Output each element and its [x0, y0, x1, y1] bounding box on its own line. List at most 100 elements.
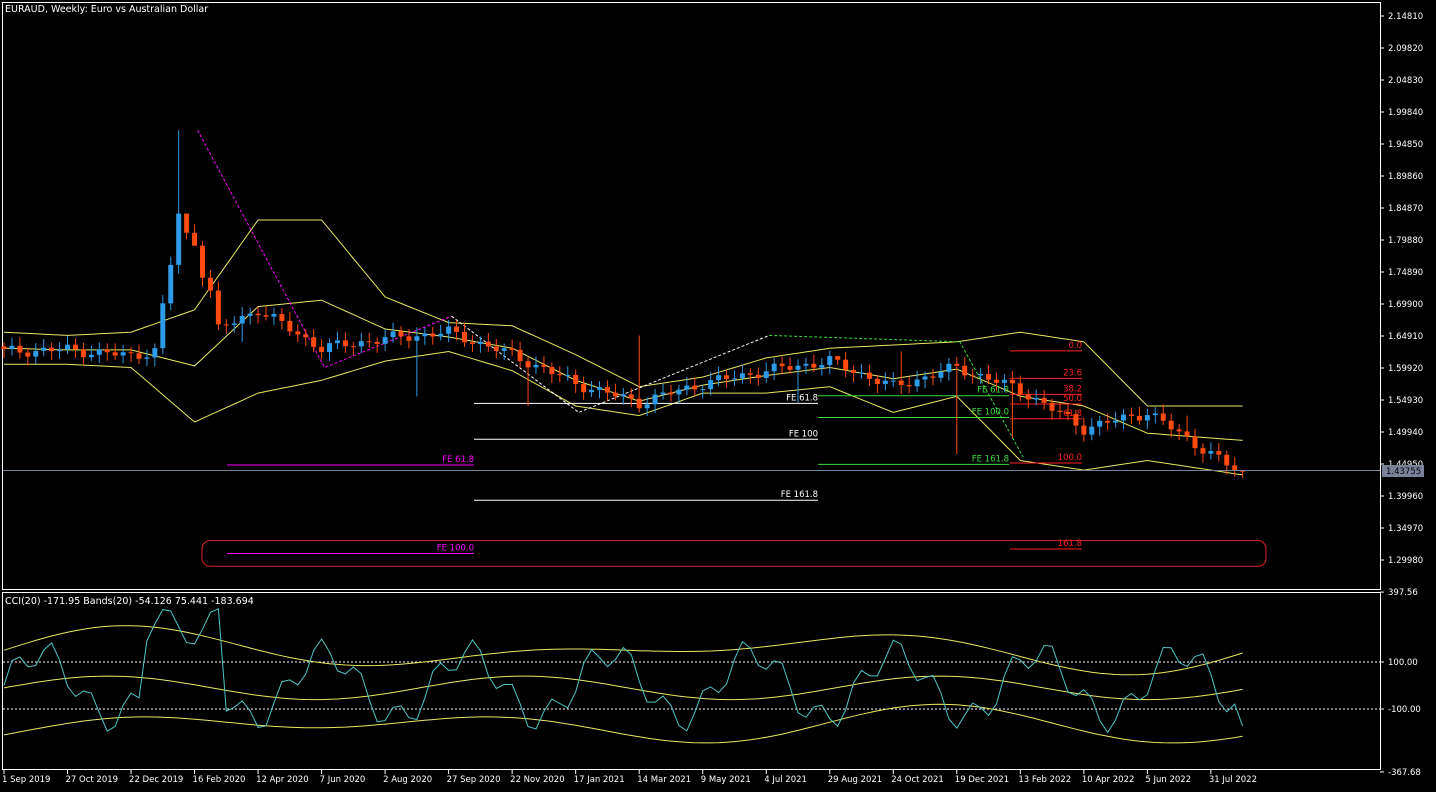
candle-bull: [144, 357, 150, 359]
candle-bull: [914, 379, 920, 387]
candle-bear: [207, 277, 213, 291]
fib-red-0-0-label: 0.0: [1068, 341, 1082, 351]
candle-bear: [1128, 414, 1134, 416]
candle-bear: [1136, 415, 1142, 421]
candle-bear: [350, 346, 356, 348]
date-label: 22 Dec 2019: [129, 775, 183, 785]
candle-bull: [565, 374, 571, 376]
price-tick-label: 2.09820: [1388, 44, 1423, 54]
price-tick-label: 1.69900: [1388, 300, 1423, 310]
candle-bear: [184, 213, 190, 233]
fib-red-23-6-label: 23.6: [1063, 368, 1082, 378]
candle-bear: [541, 364, 547, 367]
candle-bull: [819, 365, 825, 368]
candle-bear: [525, 361, 531, 368]
date-label: 4 Jul 2021: [764, 775, 807, 785]
candle-bear: [469, 342, 475, 344]
price-chart[interactable]: FE 61.8FE 100.0FE 61.8FE 100FE 161.8FE 6…: [0, 0, 1436, 792]
candle-bear: [1232, 465, 1238, 471]
candle-bear: [1168, 420, 1174, 430]
candle-bear: [811, 363, 817, 368]
cci-band-lower: [3, 703, 1243, 744]
candle-bull: [33, 350, 39, 357]
trendline-magenta: [197, 129, 452, 369]
candle-bear: [549, 366, 555, 375]
candle-bear: [311, 337, 317, 347]
date-label: 31 Jul 2022: [1209, 775, 1257, 785]
candle-bear: [636, 398, 642, 409]
date-label: 22 Nov 2020: [510, 775, 564, 785]
candle-bear: [724, 375, 730, 379]
candle-bear: [104, 349, 110, 353]
price-tick-label: 2.14810: [1388, 12, 1423, 22]
price-tick-label: 2.04830: [1388, 76, 1423, 86]
candle-bear: [509, 348, 515, 350]
candle-bear: [835, 356, 841, 360]
candle-bear: [1009, 379, 1015, 384]
candle-bear: [1017, 383, 1023, 395]
candle-bear: [970, 375, 976, 377]
date-label: 13 Feb 2022: [1018, 775, 1071, 785]
candle-bull: [41, 347, 47, 351]
candle-bear: [573, 374, 579, 385]
bollinger-middle: [3, 299, 1243, 441]
candle-bull: [946, 363, 952, 372]
fib-white-61-label: FE 61.8: [786, 393, 818, 403]
candle-bull: [620, 394, 626, 397]
fib-magenta-100-label: FE 100.0: [437, 543, 474, 553]
candle-bear: [747, 373, 753, 375]
candle-bull: [231, 323, 237, 326]
candle-bull: [731, 378, 737, 380]
candle-bull: [1113, 420, 1119, 423]
candle-bull: [652, 394, 658, 405]
price-tick-label: 1.94850: [1388, 140, 1423, 150]
candle-bear: [1073, 414, 1079, 426]
candle-bull: [422, 333, 428, 337]
candle-bear: [303, 334, 309, 338]
candle-bear: [1200, 448, 1206, 454]
candle-bear: [430, 333, 436, 337]
fib-red-38-2-label: 38.2: [1063, 384, 1082, 394]
candle-bull: [597, 387, 602, 390]
candle-bear: [779, 363, 785, 367]
candle-bull: [644, 404, 650, 409]
date-label: 1 Sep 2019: [2, 775, 50, 785]
candle-bear: [72, 344, 78, 350]
candle-bull: [1001, 379, 1007, 383]
price-tick-label: 1.99840: [1388, 108, 1423, 118]
price-tick-label: 1.39960: [1388, 492, 1423, 502]
candle-bear: [962, 365, 968, 376]
date-label: 7 Jun 2020: [320, 775, 366, 785]
candle-bull: [1152, 413, 1158, 416]
candle-bear: [255, 313, 261, 316]
candle-bull: [390, 331, 396, 338]
candle-bear: [49, 347, 55, 352]
price-tick-label: 1.34970: [1388, 524, 1423, 534]
candle-bear: [628, 394, 634, 399]
candle-bear: [954, 363, 960, 366]
candle-bull: [414, 336, 420, 341]
candle-bear: [692, 385, 698, 390]
date-label: 29 Aug 2021: [828, 775, 882, 785]
date-label: 9 May 2021: [701, 775, 751, 785]
candle-bull: [446, 326, 452, 334]
candle-bear: [1025, 394, 1031, 400]
candle-bear: [287, 320, 293, 332]
candle-bull: [247, 313, 253, 316]
candle-bull: [660, 392, 666, 395]
fib-magenta-61-label: FE 61.8: [442, 455, 474, 465]
candle-bull: [978, 374, 984, 376]
candle-bull: [882, 380, 888, 385]
candle-bull: [88, 354, 94, 358]
candle-bear: [112, 352, 118, 356]
candle-bull: [803, 363, 809, 366]
candle-bull: [763, 371, 769, 378]
candle-bull: [477, 341, 483, 344]
candle-bull: [1144, 415, 1150, 421]
candle-bear: [136, 353, 142, 359]
candle-bear: [374, 341, 380, 344]
candle-bear: [994, 379, 999, 383]
candle-bear: [295, 331, 301, 335]
candle-bear: [17, 345, 23, 353]
fib-red-50-0-label: 50.0: [1063, 394, 1082, 404]
